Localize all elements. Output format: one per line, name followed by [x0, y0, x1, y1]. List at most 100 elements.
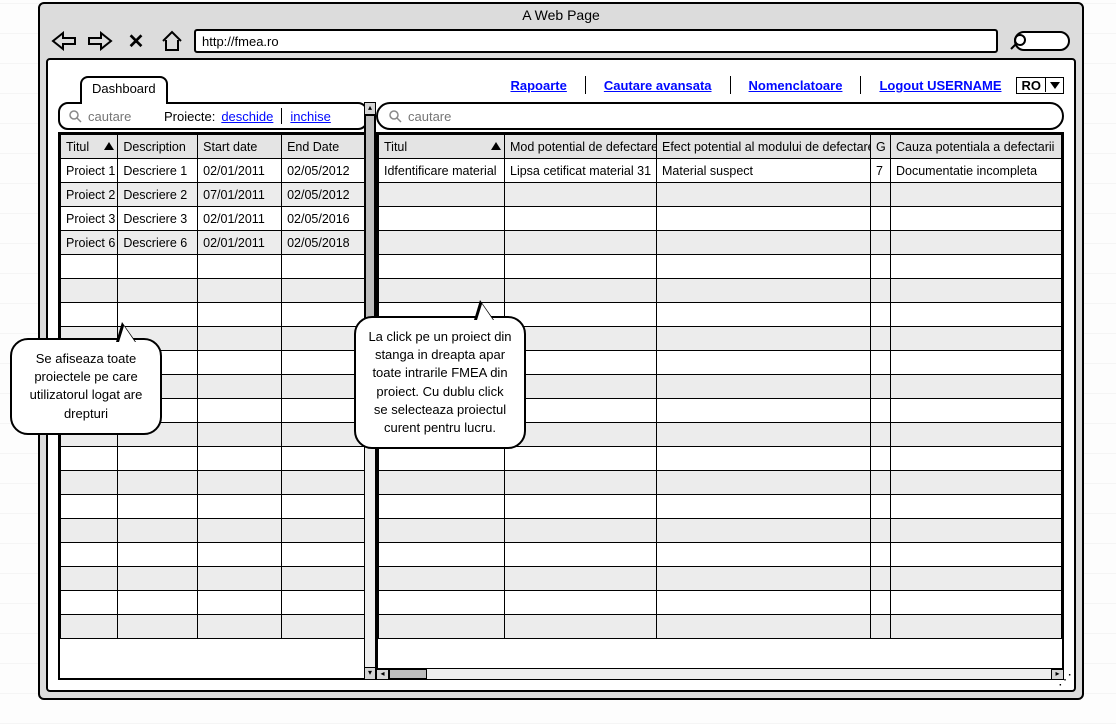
- scroll-thumb[interactable]: [389, 669, 427, 679]
- table-cell: [871, 303, 891, 327]
- table-row[interactable]: [61, 495, 366, 519]
- divider: [860, 76, 861, 94]
- table-cell: [505, 399, 657, 423]
- table-cell: [282, 471, 366, 495]
- table-cell: [657, 591, 871, 615]
- table-cell: [282, 543, 366, 567]
- table-row[interactable]: [61, 591, 366, 615]
- back-button[interactable]: [50, 29, 78, 53]
- nav-rapoarte[interactable]: Rapoarte: [505, 78, 573, 93]
- app-content: Dashboard Rapoarte Cautare avansata Nome…: [46, 58, 1076, 692]
- col-g[interactable]: G: [871, 135, 891, 159]
- table-cell: [505, 327, 657, 351]
- tab-dashboard[interactable]: Dashboard: [80, 76, 168, 102]
- url-input[interactable]: [194, 29, 998, 53]
- bubble-tail: [116, 322, 136, 342]
- tab-label: Dashboard: [92, 81, 156, 96]
- table-row[interactable]: [61, 567, 366, 591]
- table-cell: [282, 279, 366, 303]
- table-row[interactable]: [379, 567, 1062, 591]
- col-mode[interactable]: Mod potential de defectare: [505, 135, 657, 159]
- table-row[interactable]: [61, 255, 366, 279]
- filter-closed-link[interactable]: inchise: [290, 109, 330, 124]
- lang-dropdown[interactable]: RO: [1016, 77, 1065, 94]
- table-cell: Proiect 6: [61, 231, 118, 255]
- annotation-bubble-mid: La click pe un proiect din stanga in dre…: [354, 316, 526, 449]
- table-cell: [505, 423, 657, 447]
- col-title[interactable]: Titul: [61, 135, 118, 159]
- table-row[interactable]: Proiect 2Descriere 207/01/201102/05/2012: [61, 183, 366, 207]
- table-row[interactable]: [379, 207, 1062, 231]
- table-cell: [891, 495, 1062, 519]
- fmea-toolbar: [376, 102, 1064, 130]
- bubble-tail: [474, 300, 494, 320]
- table-row[interactable]: [379, 231, 1062, 255]
- table-row[interactable]: [379, 495, 1062, 519]
- table-row[interactable]: [61, 303, 366, 327]
- table-row[interactable]: [379, 471, 1062, 495]
- table-cell: Descriere 6: [118, 231, 198, 255]
- table-row[interactable]: [379, 519, 1062, 543]
- table-cell: 02/05/2012: [282, 159, 366, 183]
- resize-handle[interactable]: ⋰: [1058, 671, 1072, 688]
- col-label: Titul: [66, 140, 89, 154]
- horizontal-scrollbar[interactable]: ◂ ▸: [376, 668, 1064, 680]
- col-desc[interactable]: Description: [118, 135, 198, 159]
- projects-search-input[interactable]: [88, 109, 158, 124]
- table-row[interactable]: Idfentificare materialLipsa cetificat ma…: [379, 159, 1062, 183]
- col-end[interactable]: End Date: [282, 135, 366, 159]
- table-row[interactable]: [379, 615, 1062, 639]
- stop-button[interactable]: ✕: [122, 29, 150, 53]
- table-row[interactable]: [379, 279, 1062, 303]
- table-cell: [657, 567, 871, 591]
- fmea-search-input[interactable]: [408, 109, 1052, 124]
- table-cell: [198, 327, 282, 351]
- table-cell: [505, 255, 657, 279]
- table-row[interactable]: [61, 519, 366, 543]
- col-cauza[interactable]: Cauza potentiala a defectarii: [891, 135, 1062, 159]
- table-row[interactable]: [61, 447, 366, 471]
- table-cell: [657, 303, 871, 327]
- table-row[interactable]: [379, 255, 1062, 279]
- table-cell: [61, 471, 118, 495]
- table-row[interactable]: [61, 615, 366, 639]
- forward-button[interactable]: [86, 29, 114, 53]
- home-button[interactable]: [158, 29, 186, 53]
- browser-search[interactable]: [1014, 31, 1070, 51]
- scroll-track[interactable]: [389, 669, 1051, 679]
- table-cell: Proiect 3: [61, 207, 118, 231]
- page-title: A Web Page: [40, 4, 1082, 29]
- table-cell: [282, 351, 366, 375]
- divider: [281, 108, 282, 124]
- nav-logout[interactable]: Logout USERNAME: [873, 78, 1007, 93]
- bubble-text: Se afiseaza toate proiectele pe care uti…: [30, 351, 143, 421]
- col-efect[interactable]: Efect potential al modului de defectare: [657, 135, 871, 159]
- table-row[interactable]: [61, 279, 366, 303]
- table-row[interactable]: [379, 591, 1062, 615]
- scroll-down-button[interactable]: ▾: [365, 667, 375, 679]
- scroll-up-button[interactable]: ▴: [365, 103, 375, 115]
- table-row[interactable]: [61, 543, 366, 567]
- table-row[interactable]: [379, 447, 1062, 471]
- table-cell: Proiect 1: [61, 159, 118, 183]
- table-cell: [505, 279, 657, 303]
- table-row[interactable]: Proiect 6Descriere 602/01/201102/05/2018: [61, 231, 366, 255]
- scroll-left-button[interactable]: ◂: [377, 669, 389, 679]
- table-cell: [657, 207, 871, 231]
- table-row[interactable]: [379, 183, 1062, 207]
- table-cell: 02/05/2018: [282, 231, 366, 255]
- table-row[interactable]: Proiect 3Descriere 302/01/201102/05/2016: [61, 207, 366, 231]
- table-cell: [505, 543, 657, 567]
- table-row[interactable]: [61, 471, 366, 495]
- nav-nomenclatoare[interactable]: Nomenclatoare: [743, 78, 849, 93]
- col-title[interactable]: Titul: [379, 135, 505, 159]
- table-row[interactable]: [379, 543, 1062, 567]
- table-cell: [891, 375, 1062, 399]
- table-cell: [379, 231, 505, 255]
- nav-cautare-avansata[interactable]: Cautare avansata: [598, 78, 718, 93]
- table-cell: [891, 543, 1062, 567]
- col-start[interactable]: Start date: [198, 135, 282, 159]
- table-cell: [379, 183, 505, 207]
- table-row[interactable]: Proiect 1Descriere 102/01/201102/05/2012: [61, 159, 366, 183]
- filter-open-link[interactable]: deschide: [221, 109, 273, 124]
